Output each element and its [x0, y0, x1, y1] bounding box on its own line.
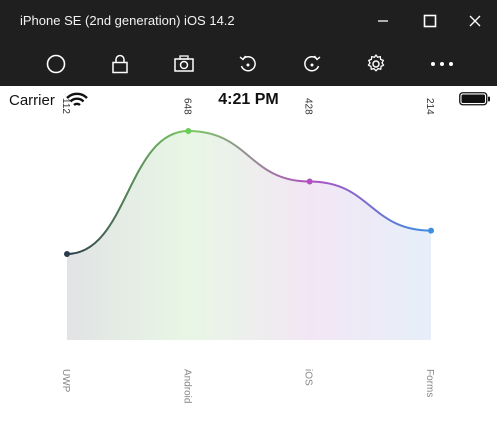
circle-icon [46, 54, 66, 74]
lock-button[interactable] [104, 49, 136, 79]
minimize-button[interactable] [369, 8, 397, 34]
category-label: UWP [60, 369, 71, 393]
data-point[interactable] [185, 128, 192, 134]
rotate-right-icon [304, 55, 321, 72]
simulator-toolbar [0, 42, 497, 86]
area-fill [67, 131, 431, 340]
data-point[interactable] [64, 251, 70, 257]
data-label: 214 [424, 98, 435, 115]
data-point[interactable] [306, 178, 313, 185]
rotate-left-icon [239, 55, 256, 72]
close-icon [469, 15, 481, 27]
minimize-icon [378, 20, 388, 22]
close-button[interactable] [461, 8, 489, 34]
category-label: Android [181, 369, 192, 403]
gear-icon [367, 54, 385, 72]
more-button[interactable] [426, 49, 458, 79]
rotate-left-button[interactable] [232, 49, 264, 79]
home-button[interactable] [40, 49, 72, 79]
rotate-right-button[interactable] [296, 49, 328, 79]
camera-icon [174, 55, 194, 72]
data-point[interactable] [428, 227, 434, 234]
category-label: iOS [303, 369, 314, 386]
maximize-icon [423, 14, 437, 28]
window-title-bar: iPhone SE (2nd generation) iOS 14.2 [0, 0, 497, 42]
data-label: 648 [181, 98, 192, 115]
lock-icon [112, 54, 128, 74]
screenshot-button[interactable] [168, 49, 200, 79]
settings-button[interactable] [360, 49, 392, 79]
data-label: 112 [60, 98, 71, 114]
more-icon [431, 62, 453, 66]
maximize-button[interactable] [416, 8, 444, 34]
category-label: Forms [424, 369, 435, 397]
window-title: iPhone SE (2nd generation) iOS 14.2 [20, 13, 235, 28]
data-label: 428 [303, 98, 314, 115]
area-chart: 112 UWP 648 Android 428 iOS 214 Forms [60, 98, 435, 403]
phone-screen: Carrier 4:21 PM 112 UWP 648 Android 428 iOS 21… [0, 86, 497, 431]
